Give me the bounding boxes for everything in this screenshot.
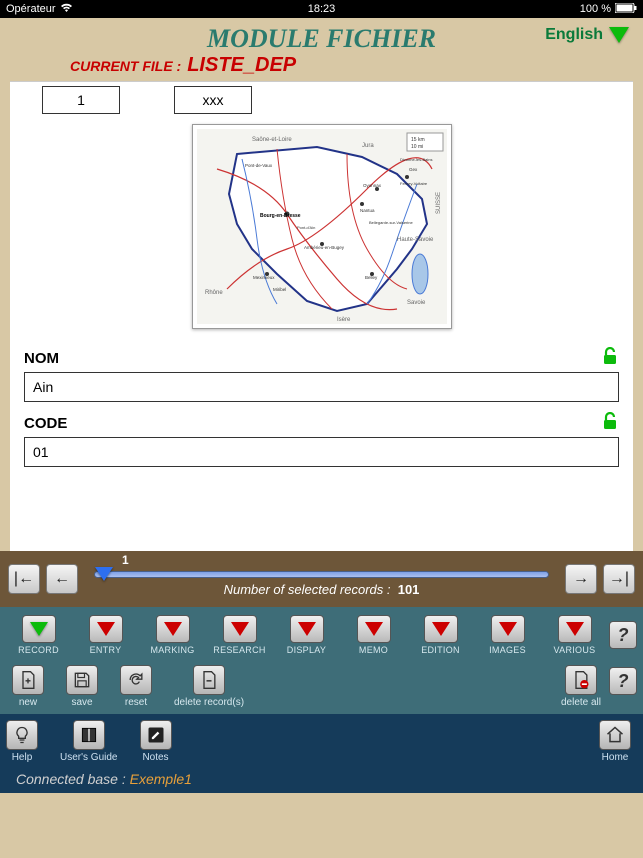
chevron-down-icon bbox=[609, 27, 629, 43]
document-delete-icon bbox=[571, 670, 591, 690]
svg-text:Pont-d'Ain: Pont-d'Ain bbox=[297, 225, 315, 230]
current-file-label: CURRENT FILE : bbox=[70, 58, 181, 74]
lightbulb-icon bbox=[12, 725, 32, 745]
next-button[interactable]: → bbox=[565, 564, 597, 594]
connected-base-label: Connected base : bbox=[16, 771, 126, 787]
battery-icon bbox=[615, 3, 637, 16]
book-icon bbox=[79, 725, 99, 745]
edit-icon bbox=[146, 725, 166, 745]
svg-text:Miribel: Miribel bbox=[273, 287, 286, 292]
language-label: English bbox=[545, 26, 603, 44]
save-icon bbox=[72, 670, 92, 690]
main-content: 1 xxx bbox=[10, 81, 633, 551]
bottom-bar: Help User's Guide Notes Home bbox=[0, 714, 643, 767]
svg-text:Bellegarde-sur-Valserine: Bellegarde-sur-Valserine bbox=[369, 220, 414, 225]
chevron-down-icon bbox=[499, 622, 517, 636]
clock: 18:23 bbox=[216, 3, 426, 15]
new-button[interactable]: new bbox=[12, 665, 44, 708]
svg-text:Rhône: Rhône bbox=[205, 290, 223, 296]
delete-records-button[interactable]: delete record(s) bbox=[174, 665, 244, 708]
home-icon bbox=[605, 725, 625, 745]
svg-text:Ferney-Voltaire: Ferney-Voltaire bbox=[400, 181, 428, 186]
slider-position: 1 bbox=[122, 553, 129, 567]
home-button[interactable]: Home bbox=[599, 720, 631, 763]
svg-text:Pont-de-Vaux: Pont-de-Vaux bbox=[245, 163, 273, 168]
chevron-down-icon bbox=[97, 622, 115, 636]
svg-text:Belley: Belley bbox=[365, 275, 378, 280]
page-title: MODULE FICHIER bbox=[10, 24, 633, 54]
record-code-box[interactable]: xxx bbox=[174, 86, 252, 114]
current-file-name: LISTE_DEP bbox=[187, 54, 296, 77]
connected-base-name: Exemple1 bbox=[130, 771, 192, 787]
chevron-down-icon bbox=[30, 622, 48, 636]
nom-label: NOM bbox=[24, 350, 59, 367]
svg-text:Gex: Gex bbox=[409, 167, 418, 172]
users-guide-button[interactable]: User's Guide bbox=[60, 720, 118, 763]
svg-text:Saône-et-Loire: Saône-et-Loire bbox=[252, 137, 292, 143]
footer: Connected base : Exemple1 bbox=[0, 767, 643, 793]
record-slider[interactable] bbox=[94, 571, 549, 578]
code-field[interactable] bbox=[24, 437, 619, 467]
battery-label: 100 % bbox=[580, 3, 611, 15]
chevron-down-icon bbox=[432, 622, 450, 636]
tool-record[interactable]: RECORD bbox=[6, 615, 71, 655]
chevron-down-icon bbox=[298, 622, 316, 636]
help-toolbar-button[interactable]: ? bbox=[609, 621, 637, 649]
slider-thumb-icon[interactable] bbox=[95, 567, 113, 581]
unlock-icon[interactable] bbox=[603, 412, 619, 435]
header: MODULE FICHIER English CURRENT FILE : LI… bbox=[0, 18, 643, 81]
document-plus-icon bbox=[18, 670, 38, 690]
refresh-icon bbox=[126, 670, 146, 690]
last-button[interactable]: →| bbox=[603, 564, 635, 594]
record-nav-bar: |← ← 1 Number of selected records : 101 … bbox=[0, 551, 643, 607]
action-bar: new save reset delete record(s) delete a… bbox=[0, 659, 643, 714]
nom-field[interactable] bbox=[24, 372, 619, 402]
svg-text:Meximieux: Meximieux bbox=[253, 275, 275, 280]
svg-text:10 mi: 10 mi bbox=[411, 144, 423, 150]
svg-text:Divonne-les-Bains: Divonne-les-Bains bbox=[400, 157, 432, 162]
tool-images[interactable]: IMAGES bbox=[475, 615, 540, 655]
svg-text:Haute-Savoie: Haute-Savoie bbox=[397, 237, 434, 243]
svg-text:Isère: Isère bbox=[337, 317, 351, 323]
tool-research[interactable]: RESEARCH bbox=[207, 615, 272, 655]
help-actions-button[interactable]: ? bbox=[609, 667, 637, 695]
svg-text:Jura: Jura bbox=[362, 143, 374, 149]
language-selector[interactable]: English bbox=[545, 26, 629, 44]
svg-text:Savoie: Savoie bbox=[407, 300, 426, 306]
chevron-down-icon bbox=[566, 622, 584, 636]
main-toolbar: RECORD ENTRY MARKING RESEARCH DISPLAY ME… bbox=[0, 607, 643, 659]
prev-button[interactable]: ← bbox=[46, 564, 78, 594]
notes-button[interactable]: Notes bbox=[140, 720, 172, 763]
map-preview[interactable]: Saône-et-Loire Jura Rhône Savoie Isère H… bbox=[192, 124, 452, 329]
chevron-down-icon bbox=[365, 622, 383, 636]
svg-text:SUISSE: SUISSE bbox=[436, 192, 442, 214]
unlock-icon[interactable] bbox=[603, 347, 619, 370]
code-label: CODE bbox=[24, 415, 67, 432]
reset-button[interactable]: reset bbox=[120, 665, 152, 708]
first-button[interactable]: |← bbox=[8, 564, 40, 594]
chevron-down-icon bbox=[164, 622, 182, 636]
tool-edition[interactable]: EDITION bbox=[408, 615, 473, 655]
tool-various[interactable]: VARIOUS bbox=[542, 615, 607, 655]
tool-display[interactable]: DISPLAY bbox=[274, 615, 339, 655]
record-index-box[interactable]: 1 bbox=[42, 86, 120, 114]
status-bar: Opérateur 18:23 100 % bbox=[0, 0, 643, 18]
map-icon: Saône-et-Loire Jura Rhône Savoie Isère H… bbox=[197, 129, 447, 324]
tool-entry[interactable]: ENTRY bbox=[73, 615, 138, 655]
records-count-label: Number of selected records : 101 bbox=[94, 582, 549, 597]
tool-marking[interactable]: MARKING bbox=[140, 615, 205, 655]
svg-text:Nantua: Nantua bbox=[360, 208, 375, 213]
delete-all-button[interactable]: delete all bbox=[561, 665, 601, 708]
svg-text:Oyonnax: Oyonnax bbox=[363, 183, 382, 188]
chevron-down-icon bbox=[231, 622, 249, 636]
carrier-label: Opérateur bbox=[6, 3, 56, 15]
svg-text:Ambérieu-en-Bugey: Ambérieu-en-Bugey bbox=[304, 245, 345, 250]
tool-memo[interactable]: MEMO bbox=[341, 615, 406, 655]
svg-text:Bourg-en-Bresse: Bourg-en-Bresse bbox=[260, 213, 301, 219]
help-button[interactable]: Help bbox=[6, 720, 38, 763]
wifi-icon bbox=[60, 3, 73, 16]
document-minus-icon bbox=[199, 670, 219, 690]
save-button[interactable]: save bbox=[66, 665, 98, 708]
svg-text:15 km: 15 km bbox=[411, 137, 425, 143]
